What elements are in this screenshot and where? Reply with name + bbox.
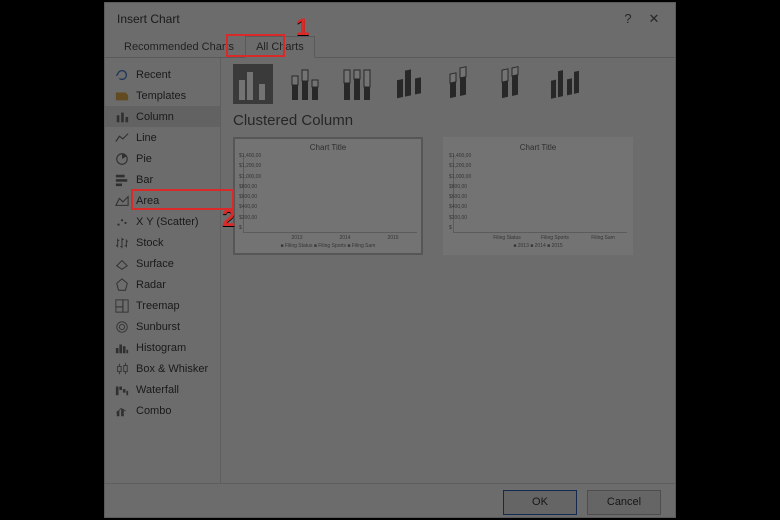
preview-chart: [453, 154, 627, 233]
preview-y-labels: $1,400,00$1,200,00$1,000,00$800,00$600,0…: [239, 153, 261, 231]
tabs: Recommended Charts All Charts: [105, 35, 675, 58]
subtype-clustered-column[interactable]: [233, 64, 273, 104]
subtype-3d-column[interactable]: [545, 64, 585, 104]
line-icon: [115, 131, 129, 145]
sidebar-item-stock[interactable]: Stock: [105, 232, 220, 253]
chart-category-sidebar: Recent Templates Column Line Pie Bar: [105, 58, 221, 483]
chart-subtype-title: Clustered Column: [233, 112, 671, 129]
highlight-area-item: [131, 189, 234, 210]
annotation-number-1: 1: [296, 14, 309, 42]
sidebar-item-recent[interactable]: Recent: [105, 64, 220, 85]
sidebar-item-label: Sunburst: [136, 321, 180, 333]
radar-icon: [115, 278, 129, 292]
scatter-icon: [115, 215, 129, 229]
sidebar-item-label: Histogram: [136, 342, 186, 354]
sidebar-item-label: Treemap: [136, 300, 180, 312]
sidebar-item-waterfall[interactable]: Waterfall: [105, 379, 220, 400]
surface-icon: [115, 257, 129, 271]
sidebar-item-histogram[interactable]: Histogram: [105, 337, 220, 358]
preview-legend: ■ Filing Status ■ Filing Sports ■ Filing…: [239, 243, 417, 249]
pie-icon: [115, 152, 129, 166]
templates-icon: [115, 89, 129, 103]
bar-icon: [115, 173, 129, 187]
preview-x-labels: Filing StatusFiling SportsFiling Sam: [449, 233, 627, 241]
content-pane: Clustered Column Chart Title $1,400,00$1…: [221, 58, 675, 483]
subtype-100-stacked-column[interactable]: [337, 64, 377, 104]
treemap-icon: [115, 299, 129, 313]
sidebar-item-label: Box & Whisker: [136, 363, 208, 375]
column-subtype-row: [233, 64, 671, 104]
sidebar-item-combo[interactable]: Combo: [105, 400, 220, 421]
box-whisker-icon: [115, 362, 129, 376]
sidebar-item-line[interactable]: Line: [105, 127, 220, 148]
sidebar-item-label: Pie: [136, 153, 152, 165]
sidebar-item-bar[interactable]: Bar: [105, 169, 220, 190]
ok-button[interactable]: OK: [503, 490, 577, 515]
dialog-title: Insert Chart: [117, 3, 615, 35]
sidebar-item-templates[interactable]: Templates: [105, 85, 220, 106]
sidebar-item-pie[interactable]: Pie: [105, 148, 220, 169]
stock-icon: [115, 236, 129, 250]
sidebar-item-label: Templates: [136, 90, 186, 102]
dialog-footer: OK Cancel: [105, 483, 675, 520]
subtype-3d-100-stacked-column[interactable]: [493, 64, 533, 104]
sidebar-item-label: X Y (Scatter): [136, 216, 199, 228]
preview-title: Chart Title: [449, 143, 627, 152]
preview-row: Chart Title $1,400,00$1,200,00$1,000,00$…: [233, 137, 671, 255]
preview-chart: [243, 154, 417, 233]
help-button[interactable]: ?: [615, 3, 641, 35]
sunburst-icon: [115, 320, 129, 334]
area-icon: [115, 194, 129, 208]
close-button[interactable]: ✕: [641, 3, 667, 35]
sidebar-item-sunburst[interactable]: Sunburst: [105, 316, 220, 337]
chart-preview-1[interactable]: Chart Title $1,400,00$1,200,00$1,000,00$…: [233, 137, 423, 255]
subtype-3d-stacked-column[interactable]: [441, 64, 481, 104]
sidebar-item-label: Surface: [136, 258, 174, 270]
preview-title: Chart Title: [239, 143, 417, 152]
sidebar-item-radar[interactable]: Radar: [105, 274, 220, 295]
waterfall-icon: [115, 383, 129, 397]
sidebar-item-label: Combo: [136, 405, 171, 417]
sidebar-item-label: Column: [136, 111, 174, 123]
recent-icon: [115, 68, 129, 82]
sidebar-item-surface[interactable]: Surface: [105, 253, 220, 274]
chart-preview-2[interactable]: Chart Title $1,400,00$1,200,00$1,000,00$…: [443, 137, 633, 255]
subtype-3d-clustered-column[interactable]: [389, 64, 429, 104]
cancel-button[interactable]: Cancel: [587, 490, 661, 515]
sidebar-item-column[interactable]: Column: [105, 106, 220, 127]
sidebar-item-label: Waterfall: [136, 384, 179, 396]
sidebar-item-treemap[interactable]: Treemap: [105, 295, 220, 316]
sidebar-item-label: Recent: [136, 69, 171, 81]
sidebar-item-label: Line: [136, 132, 157, 144]
insert-chart-dialog: Insert Chart ? ✕ Recommended Charts All …: [104, 2, 676, 518]
sidebar-item-box-whisker[interactable]: Box & Whisker: [105, 358, 220, 379]
preview-x-labels: 201320142015: [239, 233, 417, 241]
column-icon: [115, 110, 129, 124]
sidebar-item-label: Bar: [136, 174, 153, 186]
preview-legend: ■ 2013 ■ 2014 ■ 2015: [449, 243, 627, 249]
titlebar: Insert Chart ? ✕: [105, 3, 675, 35]
highlight-all-charts-tab: [226, 34, 285, 57]
sidebar-item-scatter[interactable]: X Y (Scatter): [105, 211, 220, 232]
histogram-icon: [115, 341, 129, 355]
sidebar-item-label: Radar: [136, 279, 166, 291]
preview-y-labels: $1,400,00$1,200,00$1,000,00$800,00$600,0…: [449, 153, 471, 231]
combo-icon: [115, 404, 129, 418]
subtype-stacked-column[interactable]: [285, 64, 325, 104]
annotation-number-2: 2: [222, 205, 235, 233]
sidebar-item-label: Stock: [136, 237, 164, 249]
